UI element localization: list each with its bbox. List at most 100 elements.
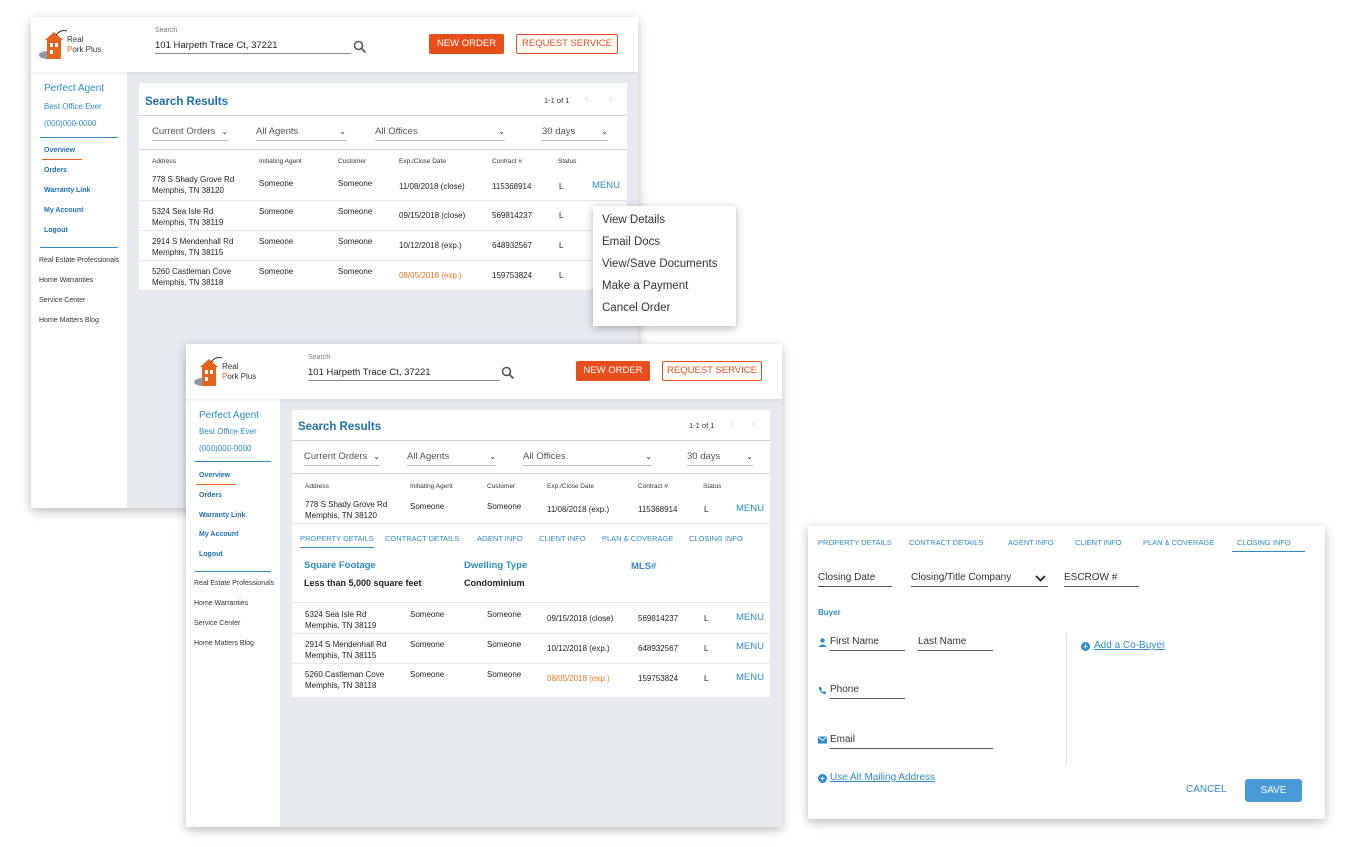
tab-property-details[interactable]: PROPERTY DETAILS bbox=[818, 538, 892, 547]
row-menu-button[interactable]: MENU bbox=[736, 503, 764, 514]
nav-warranty-link[interactable]: Warranty Link bbox=[199, 512, 245, 519]
row-address-line2: Memphis, TN 38120 bbox=[152, 186, 224, 195]
link-service-center[interactable]: Service Center bbox=[39, 297, 85, 304]
first-name-field[interactable]: First Name bbox=[830, 636, 905, 651]
cancel-button[interactable]: CANCEL bbox=[1186, 784, 1227, 795]
row-address-line2: Memphis, TN 38120 bbox=[305, 511, 377, 520]
add-cobuyer-link[interactable]: Add a Co-Buyer bbox=[1094, 640, 1165, 651]
menu-cancel-order[interactable]: Cancel Order bbox=[602, 302, 670, 314]
link-home-matters-blog[interactable]: Home Matters Blog bbox=[39, 317, 99, 324]
row-address-line1: 5260 Castleman Cove bbox=[305, 670, 385, 679]
screen-closing-info: PROPERTY DETAILS CONTRACT DETAILS AGENT … bbox=[808, 526, 1325, 819]
tab-plan-coverage[interactable]: PLAN & COVERAGE bbox=[1143, 538, 1214, 547]
filter-agents-select[interactable]: All Agents ⌄ bbox=[256, 126, 346, 141]
next-page-icon[interactable]: › bbox=[609, 93, 613, 105]
divider bbox=[139, 290, 627, 291]
filter-days-select[interactable]: 30 days ⌄ bbox=[687, 451, 753, 466]
row-menu-button[interactable]: MENU bbox=[736, 672, 764, 683]
email-field[interactable]: Email bbox=[830, 734, 993, 749]
link-home-warranties[interactable]: Home Warranties bbox=[39, 277, 93, 284]
request-service-button[interactable]: REQUEST SERVICE bbox=[516, 34, 618, 54]
row-menu-button[interactable]: MENU bbox=[736, 612, 764, 623]
tab-property-details[interactable]: PROPERTY DETAILS bbox=[300, 534, 374, 548]
nav-my-account[interactable]: My Account bbox=[199, 531, 238, 538]
link-home-matters-blog[interactable]: Home Matters Blog bbox=[194, 640, 254, 647]
chevron-down-icon bbox=[1035, 575, 1046, 582]
title-company-select[interactable]: Closing/Title Company bbox=[911, 572, 1048, 587]
row-contract: 159753824 bbox=[492, 271, 533, 280]
search-input[interactable]: 101 Harpeth Trace Ct, 37221 bbox=[155, 40, 351, 54]
tab-client-info[interactable]: CLIENT INFO bbox=[1075, 538, 1122, 547]
row-contract: 569814237 bbox=[638, 614, 679, 623]
tab-contract-details[interactable]: CONTRACT DETAILS bbox=[909, 538, 983, 547]
row-menu-button[interactable]: MENU bbox=[592, 180, 620, 191]
menu-view-details[interactable]: View Details bbox=[602, 214, 665, 226]
brand-logo[interactable]: Real Pork Plus bbox=[39, 29, 119, 63]
chevron-down-icon: ⌄ bbox=[489, 452, 496, 461]
mls-label: MLS# bbox=[631, 561, 657, 572]
new-order-button[interactable]: NEW ORDER bbox=[576, 361, 650, 381]
row-context-menu: View Details Email Docs View/Save Docume… bbox=[593, 206, 736, 326]
nav-logout[interactable]: Logout bbox=[44, 227, 68, 234]
dwelling-type-value: Condominium bbox=[464, 578, 525, 588]
filter-days-select[interactable]: 30 days ⌄ bbox=[542, 126, 608, 141]
last-name-field[interactable]: Last Name bbox=[918, 636, 993, 651]
row-address-line2: Memphis, TN 38119 bbox=[305, 621, 377, 630]
phone-icon bbox=[819, 687, 826, 694]
email-icon bbox=[818, 736, 827, 744]
row-address-line2: Memphis, TN 38118 bbox=[152, 278, 224, 287]
link-service-center[interactable]: Service Center bbox=[194, 620, 240, 627]
row-menu-button[interactable]: MENU bbox=[736, 641, 764, 652]
filter-offices-select[interactable]: All Offices ⌄ bbox=[523, 451, 652, 466]
tab-closing-info[interactable]: CLOSING INFO bbox=[689, 534, 743, 543]
save-button[interactable]: SAVE bbox=[1245, 779, 1302, 802]
row-status: L bbox=[559, 182, 564, 191]
search-input[interactable]: 101 Harpeth Trace Ct, 37221 bbox=[308, 367, 500, 381]
filter-orders-select[interactable]: Current Orders ⌄ bbox=[304, 451, 380, 466]
filter-orders-select[interactable]: Current Orders ⌄ bbox=[152, 126, 228, 141]
divider bbox=[292, 663, 770, 664]
agent-office: Best Office Ever bbox=[44, 102, 102, 111]
prev-page-icon[interactable]: ‹ bbox=[585, 93, 589, 105]
chevron-down-icon: ⌄ bbox=[601, 127, 608, 136]
col-date: Exp./Close Date bbox=[547, 483, 594, 490]
nav-my-account[interactable]: My Account bbox=[44, 207, 83, 214]
link-real-estate-professionals[interactable]: Real Estate Professionals bbox=[39, 257, 119, 264]
new-order-button[interactable]: NEW ORDER bbox=[429, 34, 504, 54]
search-icon[interactable] bbox=[501, 366, 515, 380]
column-divider bbox=[1066, 633, 1067, 765]
request-service-button[interactable]: REQUEST SERVICE bbox=[662, 361, 762, 381]
prev-page-icon[interactable]: ‹ bbox=[730, 418, 734, 430]
brand-logo[interactable]: Real Pork Plus bbox=[194, 356, 274, 390]
row-date: 09/15/2018 (close) bbox=[547, 614, 614, 623]
tab-client-info[interactable]: CLIENT INFO bbox=[539, 534, 586, 543]
nav-orders[interactable]: Orders bbox=[199, 492, 222, 499]
add-circle-icon: + bbox=[1081, 642, 1090, 651]
nav-overview[interactable]: Overview bbox=[199, 472, 230, 479]
alt-mailing-address-link[interactable]: Use Alt Mailing Address bbox=[830, 772, 935, 783]
app-header: Real Pork Plus Search 101 Harpeth Trace … bbox=[31, 17, 638, 72]
col-address: Address bbox=[152, 158, 176, 165]
filter-offices-select[interactable]: All Offices ⌄ bbox=[375, 126, 505, 141]
row-status: L bbox=[559, 241, 564, 250]
filter-agents-select[interactable]: All Agents ⌄ bbox=[407, 451, 496, 466]
link-home-warranties[interactable]: Home Warranties bbox=[194, 600, 248, 607]
tab-agent-info[interactable]: AGENT INFO bbox=[477, 534, 523, 543]
menu-view-save-documents[interactable]: View/Save Documents bbox=[602, 258, 717, 270]
next-page-icon[interactable]: › bbox=[752, 418, 756, 430]
link-real-estate-professionals[interactable]: Real Estate Professionals bbox=[194, 580, 274, 587]
tab-plan-coverage[interactable]: PLAN & COVERAGE bbox=[602, 534, 673, 543]
nav-logout[interactable]: Logout bbox=[199, 551, 223, 558]
tab-contract-details[interactable]: CONTRACT DETAILS bbox=[385, 534, 459, 543]
tab-agent-info[interactable]: AGENT INFO bbox=[1008, 538, 1054, 547]
menu-email-docs[interactable]: Email Docs bbox=[602, 236, 660, 248]
menu-make-payment[interactable]: Make a Payment bbox=[602, 280, 688, 292]
search-icon[interactable] bbox=[353, 40, 367, 54]
nav-overview[interactable]: Overview bbox=[44, 147, 75, 154]
escrow-field[interactable]: ESCROW # bbox=[1064, 572, 1139, 587]
nav-warranty-link[interactable]: Warranty Link bbox=[44, 187, 90, 194]
closing-date-field[interactable]: Closing Date bbox=[818, 572, 892, 587]
tab-closing-info[interactable]: CLOSING INFO bbox=[1232, 538, 1305, 552]
phone-field[interactable]: Phone bbox=[830, 684, 905, 699]
nav-orders[interactable]: Orders bbox=[44, 167, 67, 174]
